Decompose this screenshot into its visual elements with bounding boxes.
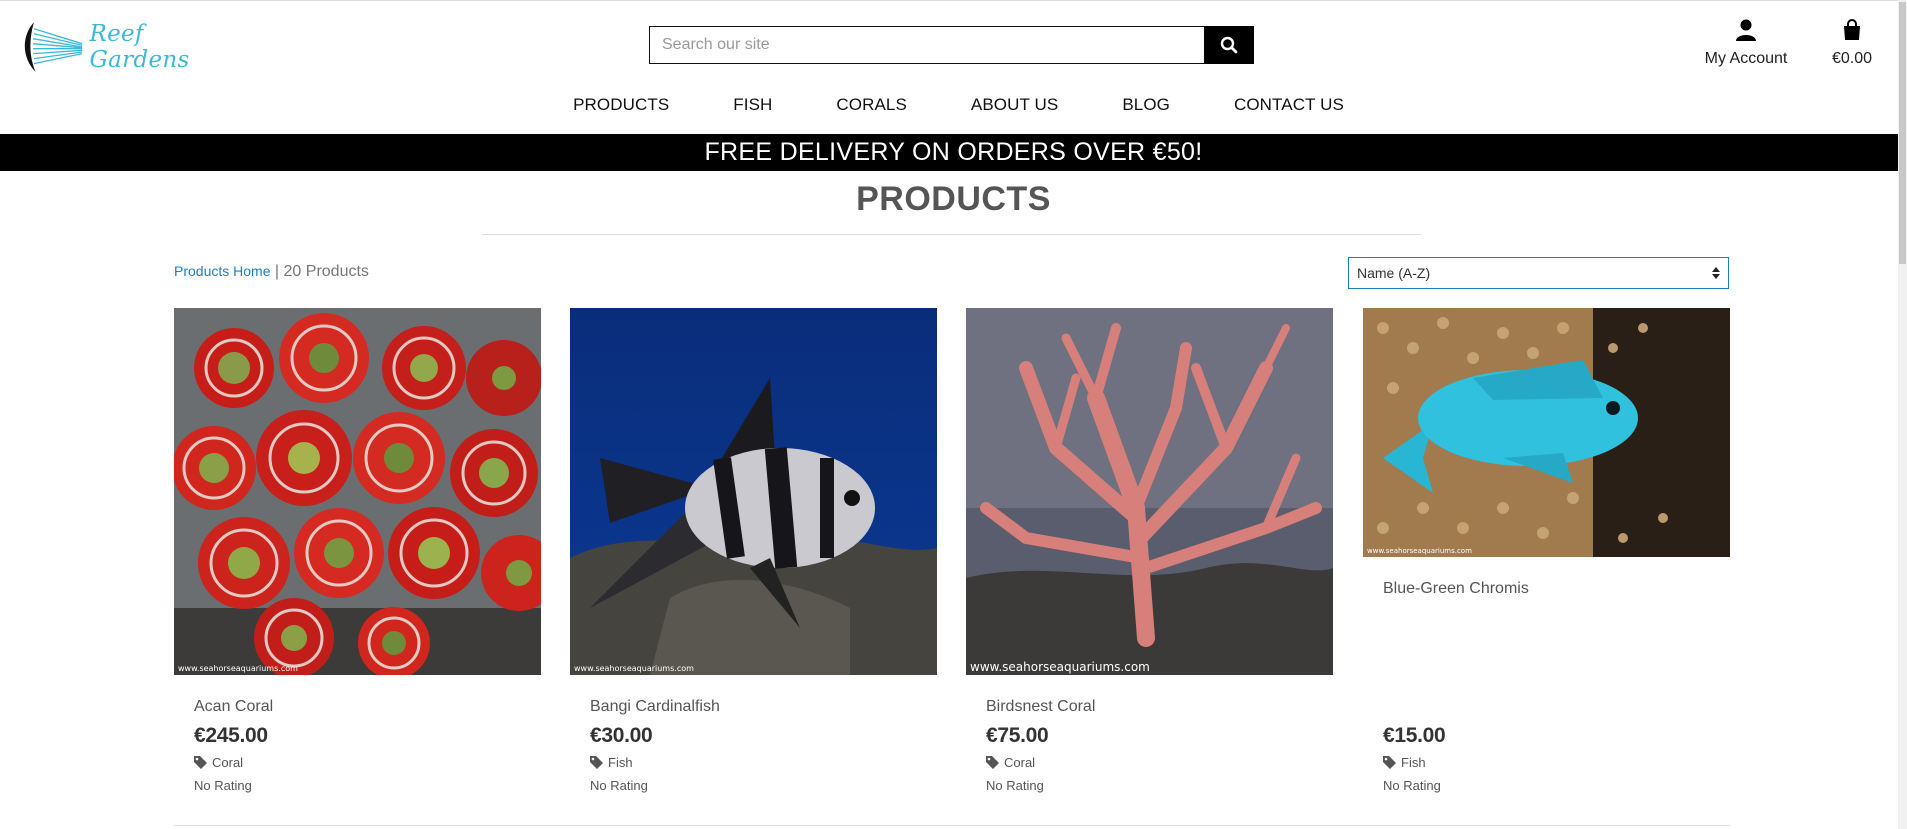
page-scrollbar[interactable] <box>1898 0 1907 829</box>
product-price: €30.00 <box>590 724 653 747</box>
product-name[interactable]: Acan Coral <box>194 698 273 716</box>
title-divider <box>482 234 1421 235</box>
category-label: Coral <box>1004 755 1036 770</box>
nav-item-corals[interactable]: CORALS <box>836 95 907 123</box>
product-name[interactable]: Birdsnest Coral <box>986 698 1095 716</box>
site-logo[interactable]: Reef Gardens <box>24 15 224 79</box>
category-label: Coral <box>212 755 244 770</box>
product-count: 20 Products <box>283 263 369 280</box>
product-card[interactable]: www.seahorseaquariums.com Birdsnest Cora… <box>966 308 1333 798</box>
tag-icon <box>590 756 603 769</box>
main-nav: PRODUCTS FISH CORALS ABOUT US BLOG CONTA… <box>0 95 1907 123</box>
grid-divider <box>174 825 1730 826</box>
product-name[interactable]: Blue-Green Chromis <box>1383 580 1529 598</box>
user-icon <box>1736 19 1756 41</box>
search-button[interactable] <box>1204 26 1254 64</box>
image-watermark: www.seahorseaquariums.com <box>970 660 1150 674</box>
product-grid: www.seahorseaquariums.com Acan Coral €24… <box>174 308 1730 798</box>
product-category[interactable]: Coral <box>986 755 1035 770</box>
product-image-bangi-cardinalfish[interactable]: www.seahorseaquariums.com <box>570 308 937 675</box>
search-input[interactable] <box>649 26 1204 64</box>
nav-item-products[interactable]: PRODUCTS <box>573 95 669 123</box>
scrollbar-thumb[interactable] <box>1899 2 1906 264</box>
category-label: Fish <box>608 755 633 770</box>
page-title: PRODUCTS <box>856 180 1051 218</box>
product-image-blue-green-chromis[interactable]: www.seahorseaquariums.com <box>1363 308 1730 557</box>
product-price: €15.00 <box>1383 724 1446 747</box>
product-rating: No Rating <box>590 778 648 793</box>
image-watermark: www.seahorseaquariums.com <box>178 664 298 673</box>
search-icon <box>1220 36 1238 54</box>
site-search <box>649 26 1254 64</box>
account-label: My Account <box>1704 50 1788 67</box>
product-name[interactable]: Bangi Cardinalfish <box>590 698 720 716</box>
brand-name: Reef Gardens <box>89 21 190 73</box>
products-home-link[interactable]: Products Home <box>174 263 270 279</box>
nav-item-blog[interactable]: BLOG <box>1122 95 1170 123</box>
tag-icon <box>1383 756 1396 769</box>
product-category[interactable]: Fish <box>1383 755 1426 770</box>
tag-icon <box>194 756 207 769</box>
sort-chevron-icon <box>1712 267 1720 279</box>
product-card[interactable]: www.seahorseaquariums.com Blue-Green Chr… <box>1363 308 1730 798</box>
shopping-bag-icon <box>1844 19 1860 40</box>
breadcrumb-separator: | <box>270 263 284 280</box>
product-price: €75.00 <box>986 724 1049 747</box>
product-rating: No Rating <box>194 778 252 793</box>
product-rating: No Rating <box>986 778 1044 793</box>
category-label: Fish <box>1401 755 1426 770</box>
tag-icon <box>986 756 999 769</box>
product-category[interactable]: Coral <box>194 755 243 770</box>
product-rating: No Rating <box>1383 778 1441 793</box>
nav-item-fish[interactable]: FISH <box>733 95 772 123</box>
breadcrumb: Products Home | 20 Products <box>174 263 369 281</box>
bag-total: €0.00 <box>1831 50 1873 67</box>
product-category[interactable]: Fish <box>590 755 633 770</box>
nav-item-about-us[interactable]: ABOUT US <box>971 95 1058 123</box>
product-image-acan-coral[interactable]: www.seahorseaquariums.com <box>174 308 541 675</box>
nav-item-contact-us[interactable]: CONTACT US <box>1234 95 1344 123</box>
delivery-banner: FREE DELIVERY ON ORDERS OVER €50! <box>0 134 1907 171</box>
site-header: Reef Gardens My Account €0.00 PRODUCTS F… <box>0 0 1907 134</box>
product-image-birdsnest-coral[interactable]: www.seahorseaquariums.com <box>966 308 1333 675</box>
shopping-bag-link[interactable]: €0.00 <box>1822 19 1882 68</box>
product-card[interactable]: www.seahorseaquariums.com Bangi Cardinal… <box>570 308 937 798</box>
sort-select[interactable]: Name (A-Z) <box>1348 257 1729 289</box>
image-watermark: www.seahorseaquariums.com <box>1367 547 1472 555</box>
sort-selected-value: Name (A-Z) <box>1357 265 1431 281</box>
image-watermark: www.seahorseaquariums.com <box>574 664 694 673</box>
my-account-link[interactable]: My Account <box>1700 19 1792 68</box>
fish-logo-icon <box>24 22 83 72</box>
product-card[interactable]: www.seahorseaquariums.com Acan Coral €24… <box>174 308 541 798</box>
product-price: €245.00 <box>194 724 268 747</box>
